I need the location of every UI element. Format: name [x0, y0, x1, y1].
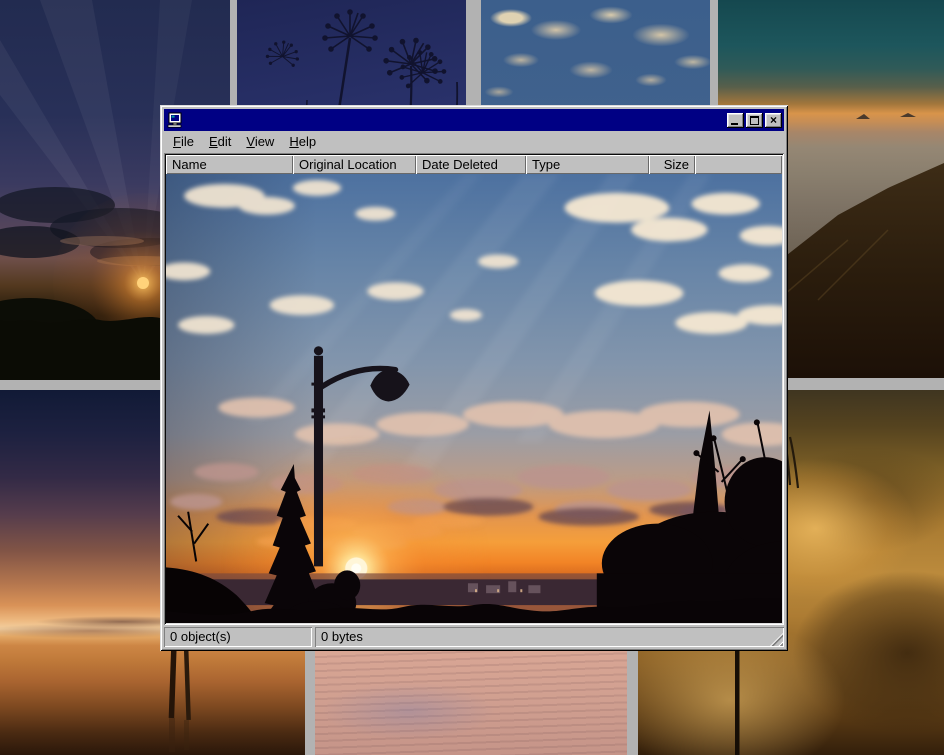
titlebar[interactable]: ×: [164, 109, 784, 131]
folder-background-photo: [166, 174, 782, 623]
column-header-name[interactable]: Name: [166, 155, 293, 174]
menu-view[interactable]: View: [239, 132, 282, 152]
menu-edit[interactable]: Edit: [202, 132, 239, 152]
window-controls: ×: [725, 113, 782, 128]
maximize-icon: [750, 116, 759, 125]
menu-bar: File Edit View Help: [164, 131, 784, 153]
minimize-button[interactable]: [727, 113, 744, 128]
column-header-blank[interactable]: [695, 155, 782, 174]
status-bytes-text: 0 bytes: [321, 629, 363, 644]
menu-file[interactable]: File: [166, 132, 202, 152]
desktop: { "window": { "title": "", "icon": "comp…: [0, 0, 944, 755]
close-button[interactable]: ×: [765, 113, 782, 128]
list-view[interactable]: Name Original Location Date Deleted Type…: [164, 153, 784, 625]
column-header-type[interactable]: Type: [526, 155, 649, 174]
maximize-button[interactable]: [746, 113, 763, 128]
status-bytes-panel: 0 bytes: [315, 627, 784, 647]
status-bar: 0 object(s) 0 bytes: [164, 625, 784, 647]
column-header-size[interactable]: Size: [649, 155, 695, 174]
column-headers: Name Original Location Date Deleted Type…: [166, 155, 782, 174]
sunset-lamp-photo: [166, 174, 782, 623]
minimize-icon: [731, 123, 738, 125]
close-icon: ×: [770, 114, 777, 126]
recycle-bin-window: × File Edit View Help Name Original Loca…: [160, 105, 788, 651]
menu-help[interactable]: Help: [282, 132, 324, 152]
status-objects: 0 object(s): [164, 627, 312, 647]
column-header-original-location[interactable]: Original Location: [293, 155, 416, 174]
computer-icon: [167, 112, 183, 128]
column-header-date-deleted[interactable]: Date Deleted: [416, 155, 526, 174]
